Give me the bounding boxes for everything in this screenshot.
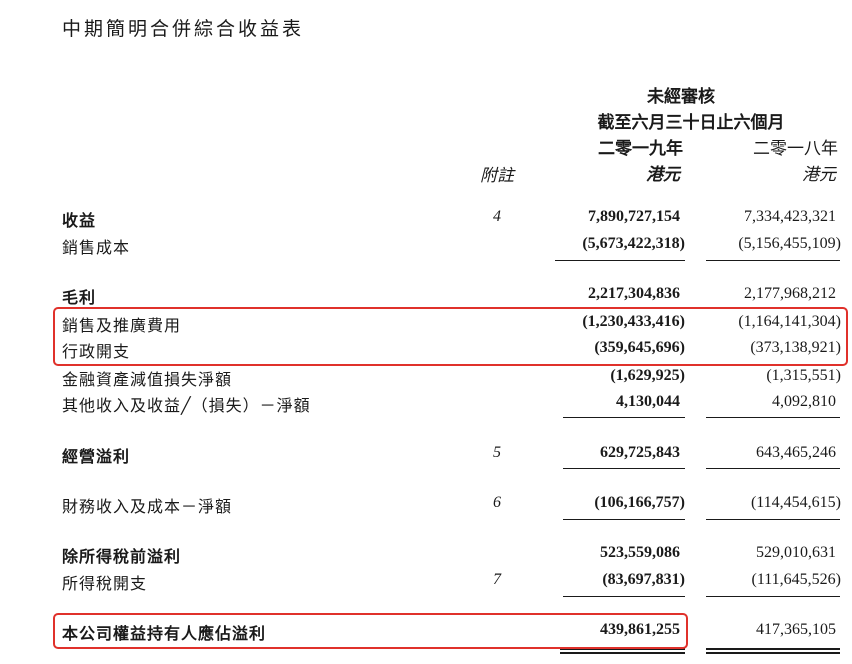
row-current: (106,166,757) bbox=[594, 494, 685, 511]
col-current-year: 二零一九年 bbox=[598, 139, 683, 159]
subtotal-rule bbox=[563, 468, 685, 469]
highlight-box-profit bbox=[53, 613, 688, 649]
currency-prior: 港元 bbox=[802, 165, 836, 184]
row-label: 其他收入及收益╱（損失）－淨額 bbox=[62, 396, 311, 415]
row-prior: (111,645,526) bbox=[751, 571, 841, 588]
row-current: 629,725,843 bbox=[600, 444, 680, 461]
row-note: 5 bbox=[493, 444, 501, 461]
row-note: 6 bbox=[493, 494, 501, 511]
row-current: 7,890,727,154 bbox=[588, 208, 680, 225]
subtotal-rule bbox=[706, 260, 840, 261]
row-current: 4,130,044 bbox=[616, 393, 680, 410]
currency-current: 港元 bbox=[646, 165, 680, 184]
subtotal-rule bbox=[706, 596, 840, 597]
row-label: 財務收入及成本－淨額 bbox=[62, 497, 233, 516]
row-label: 毛利 bbox=[62, 288, 97, 307]
row-label: 收益 bbox=[62, 211, 97, 230]
row-label: 除所得稅前溢利 bbox=[62, 547, 182, 566]
row-label: 經營溢利 bbox=[62, 447, 131, 466]
row-current: 523,559,086 bbox=[600, 544, 680, 561]
subtotal-rule bbox=[555, 260, 685, 261]
row-label: 金融資產減值損失淨額 bbox=[62, 370, 233, 389]
row-label: 銷售成本 bbox=[62, 238, 131, 257]
row-current: 2,217,304,836 bbox=[588, 285, 680, 302]
row-prior: (5,156,455,109) bbox=[738, 235, 841, 252]
total-double-rule bbox=[706, 652, 840, 654]
row-current: (5,673,422,318) bbox=[582, 235, 685, 252]
row-prior: (1,315,551) bbox=[766, 367, 841, 384]
row-prior: 2,177,968,212 bbox=[744, 285, 836, 302]
row-note: 4 bbox=[493, 208, 501, 225]
row-prior: 7,334,423,321 bbox=[744, 208, 836, 225]
total-double-rule bbox=[560, 652, 685, 654]
unaudited-header: 未經審核 bbox=[647, 87, 715, 107]
subtotal-rule bbox=[563, 596, 685, 597]
col-prior-year: 二零一八年 bbox=[753, 139, 838, 159]
highlight-box-expenses bbox=[53, 307, 848, 366]
row-prior: 643,465,246 bbox=[756, 444, 836, 461]
period-header: 截至六月三十日止六個月 bbox=[597, 113, 785, 133]
row-label: 所得稅開支 bbox=[62, 574, 148, 593]
subtotal-rule bbox=[706, 519, 840, 520]
row-prior: 529,010,631 bbox=[756, 544, 836, 561]
row-prior: (114,454,615) bbox=[750, 494, 841, 511]
row-note: 7 bbox=[493, 571, 501, 588]
subtotal-rule bbox=[563, 519, 685, 520]
row-prior: 417,365,105 bbox=[756, 621, 836, 638]
row-current: (1,629,925) bbox=[610, 367, 685, 384]
statement-title: 中期簡明合併綜合收益表 bbox=[62, 18, 305, 40]
row-current: (83,697,831) bbox=[602, 571, 685, 588]
subtotal-rule bbox=[706, 468, 840, 469]
subtotal-rule bbox=[706, 417, 840, 418]
note-header: 附註 bbox=[480, 166, 514, 186]
total-double-rule bbox=[706, 648, 840, 650]
row-prior: 4,092,810 bbox=[772, 393, 836, 410]
subtotal-rule bbox=[563, 417, 685, 418]
